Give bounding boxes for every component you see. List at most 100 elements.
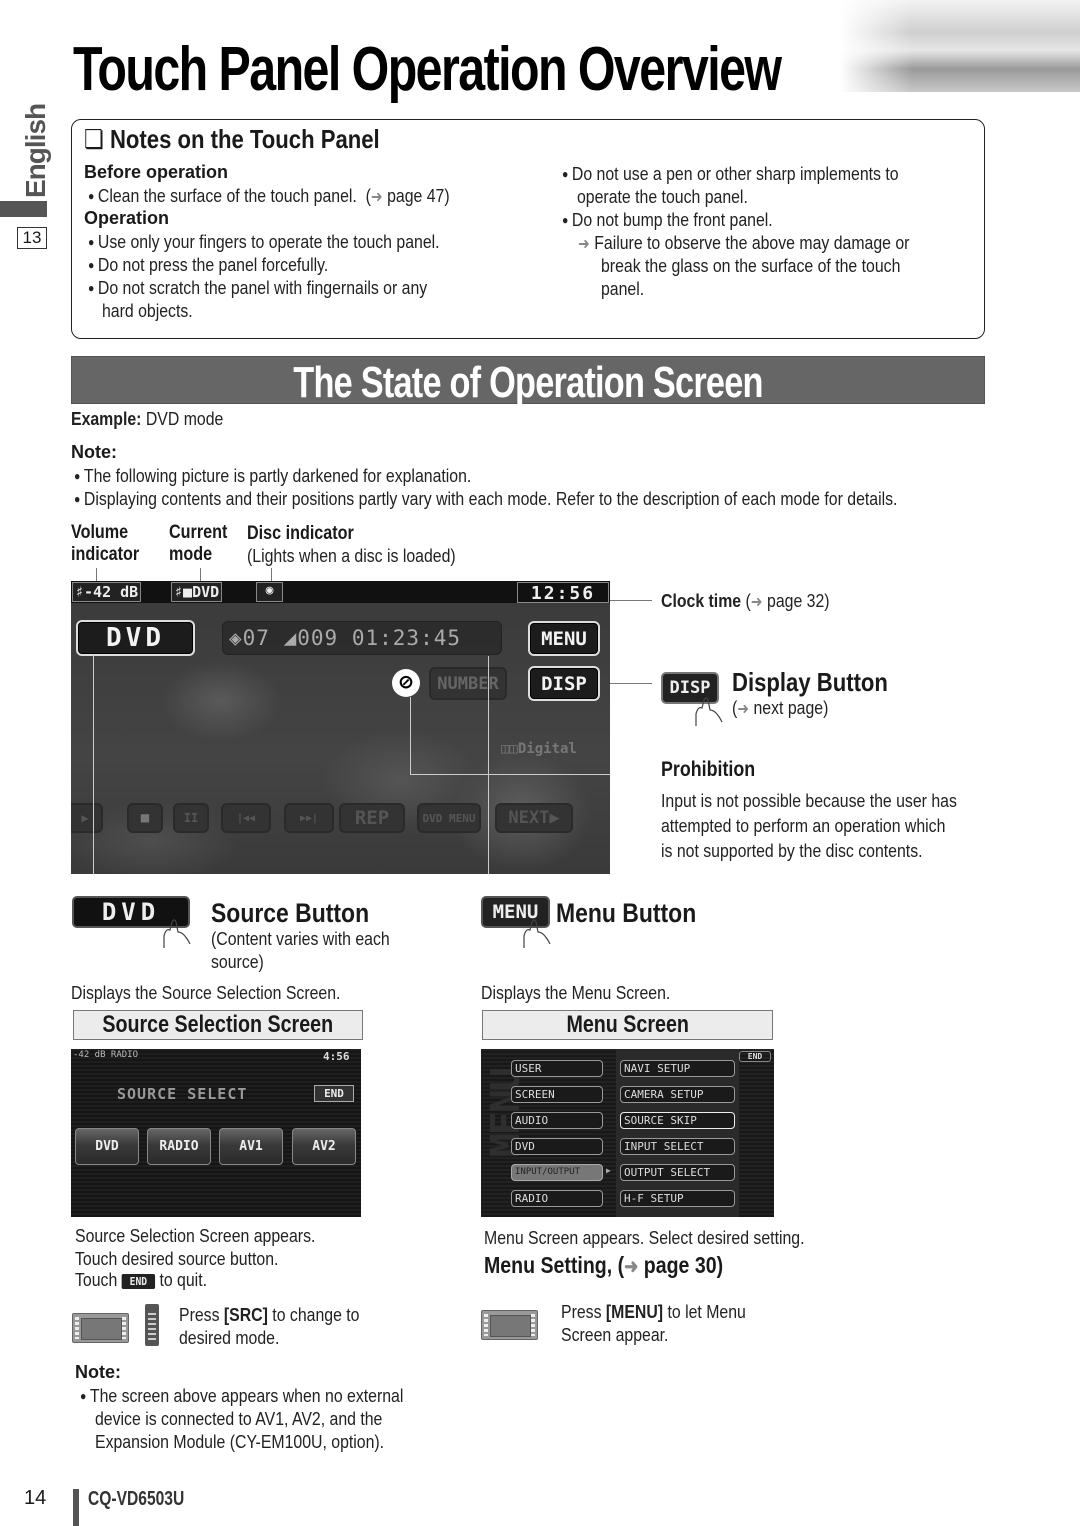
language-tab: English [20, 98, 54, 198]
title-icon: ◢ [283, 626, 298, 650]
repeat-button[interactable]: REP [339, 803, 405, 833]
language-tab-bar [0, 201, 47, 217]
submenu-item-camera-setup[interactable]: CAMERA SETUP [620, 1086, 735, 1103]
callout-line [271, 568, 272, 582]
page-title: Touch Panel Operation Overview [73, 35, 782, 104]
source-option-av2[interactable]: AV2 [292, 1128, 356, 1165]
warning-line: ➜ Failure to observe the above may damag… [578, 232, 909, 256]
end-button[interactable]: END [314, 1085, 354, 1102]
stop-button[interactable]: ■ [127, 803, 163, 833]
note-item: Do not scratch the panel with fingernail… [88, 277, 427, 302]
model-number: CQ-VD6503U [88, 1488, 185, 1510]
page-ref-link[interactable]: page 30) [644, 1252, 723, 1278]
menu-button[interactable]: MENU [528, 621, 600, 656]
press-src-instruction: Press [SRC] to change to [179, 1305, 360, 1325]
submenu-item-output-select[interactable]: OUTPUT SELECT [620, 1164, 735, 1181]
section-title: The State of Operation Screen [293, 358, 763, 407]
operation-heading: Operation [84, 208, 170, 228]
instruction-line: Source Selection Screen appears. [75, 1226, 316, 1246]
pause-button[interactable]: II [173, 803, 209, 833]
warning-line: break the glass on the surface of the to… [601, 256, 901, 276]
menu-button-title: Menu Button [556, 898, 697, 928]
head-unit-icon [72, 1313, 129, 1343]
menu-item-screen[interactable]: SCREEN [511, 1086, 603, 1103]
note-item-continued: device is connected to AV1, AV2, and the [95, 1409, 383, 1429]
instruction-line: Touch desired source button. [75, 1249, 279, 1269]
callout-line [96, 568, 97, 582]
menu-setting-ref: Menu Setting, (➜ page 30) [484, 1252, 724, 1278]
source-option-av1[interactable]: AV1 [219, 1128, 283, 1165]
source-button-title: Source Button [211, 898, 370, 928]
menu-item-radio[interactable]: RADIO [511, 1190, 603, 1207]
arrow-right-icon: ➜ [750, 594, 763, 611]
example-line: Example: DVD mode [71, 409, 224, 429]
bullet-icon [80, 1386, 90, 1406]
dvd-operation-screen: ♯-42 dB ♯■DVD ◉ 12:56 DVD ◈07 ◢009 01:23… [71, 581, 610, 874]
note-label: Note: [71, 442, 117, 462]
source-option-radio[interactable]: RADIO [147, 1128, 211, 1165]
chapter-icon: ◈ [229, 626, 243, 650]
remote-control-icon [145, 1304, 159, 1346]
section-index: 13 [17, 227, 47, 249]
source-button[interactable]: DVD [76, 620, 195, 656]
page-number: 14 [24, 1487, 47, 1509]
submenu-item-source-skip[interactable]: SOURCE SKIP [620, 1112, 735, 1129]
menu-item-dvd[interactable]: DVD [511, 1138, 603, 1155]
section-banner: The State of Operation Screen [71, 356, 985, 407]
note-item-continued: operate the touch panel. [577, 187, 748, 207]
end-button[interactable]: END [739, 1051, 771, 1062]
bullet-icon [74, 466, 84, 486]
status-text: -42 dB RADIO [73, 1050, 139, 1060]
callout-line [200, 568, 201, 582]
note-item: Do not press the panel forcefully. [88, 254, 328, 279]
head-unit-icon [481, 1310, 538, 1340]
bullet-icon [562, 210, 572, 230]
note-item: Use only your fingers to operate the tou… [88, 231, 440, 256]
source-button-subtitle: source) [211, 952, 264, 972]
checkbox-icon: ❏ [84, 124, 110, 154]
speaker-icon: ♯■ [174, 583, 193, 601]
menu-item-input-output[interactable]: INPUT/OUTPUT [511, 1164, 603, 1181]
page-ref-link[interactable]: page 32) [767, 591, 830, 611]
page-ref-link[interactable]: next page) [753, 698, 828, 718]
before-operation-heading: Before operation [84, 162, 229, 182]
note-item: The screen above appears when no externa… [80, 1385, 403, 1410]
play-button[interactable]: ▶ [71, 803, 103, 833]
dvd-menu-button[interactable]: DVD MENU [417, 803, 481, 833]
instruction-line: Touch END to quit. [75, 1270, 207, 1290]
menu-button-description: Displays the Menu Screen. [481, 983, 671, 1003]
submenu-item-hf-setup[interactable]: H-F SETUP [620, 1190, 735, 1207]
disc-indicator-label: Disc indicator [247, 523, 354, 544]
submenu-item-input-select[interactable]: INPUT SELECT [620, 1138, 735, 1155]
bullet-icon [88, 278, 98, 298]
page-ref-link[interactable]: page 47 [387, 186, 444, 206]
menu-screen: MENU END USER SCREEN AUDIO DVD INPUT/OUT… [481, 1049, 774, 1217]
display-button-ref: (➜ next page) [732, 697, 828, 721]
menu-screen-heading: Menu Screen [482, 1010, 773, 1040]
source-button-description: Displays the Source Selection Screen. [71, 983, 341, 1003]
language-label: English [20, 103, 51, 198]
menu-item-audio[interactable]: AUDIO [511, 1112, 603, 1129]
header-sky-image [840, 0, 1080, 92]
next-track-button[interactable]: ▶▶| [284, 803, 334, 833]
next-page-button[interactable]: NEXT▶ [495, 803, 573, 833]
callout-line [410, 697, 411, 775]
source-option-dvd[interactable]: DVD [75, 1128, 139, 1165]
source-selection-screen-heading: Source Selection Screen [73, 1010, 363, 1040]
note-item-continued: hard objects. [102, 301, 193, 321]
disp-button[interactable]: DISP [528, 666, 600, 701]
prohibition-icon: ⊘ [392, 669, 420, 697]
source-select-heading: SOURCE SELECT [117, 1085, 248, 1103]
notes-title: Notes on the Touch Panel [109, 124, 380, 154]
bullet-icon [88, 186, 98, 206]
clock-display: 4:56 [323, 1050, 350, 1063]
arrow-right-icon: ▶ [606, 1166, 611, 1175]
bullet-icon [74, 489, 84, 509]
previous-button[interactable]: |◀◀ [221, 803, 271, 833]
submenu-item-navi-setup[interactable]: NAVI SETUP [620, 1060, 735, 1077]
number-button[interactable]: NUMBER [429, 667, 507, 700]
menu-item-user[interactable]: USER [511, 1060, 603, 1077]
arrow-right-icon: ➜ [370, 189, 383, 206]
notes-title-row: ❏ Notes on the Touch Panel [84, 124, 380, 155]
source-button-subtitle: (Content varies with each [211, 929, 390, 949]
